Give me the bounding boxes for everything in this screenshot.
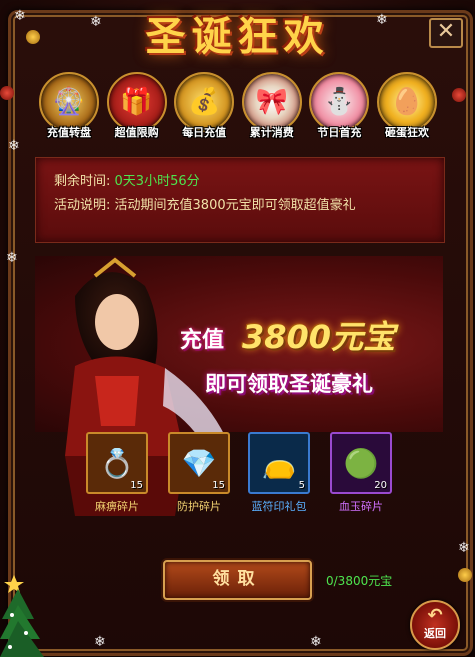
snowflake-icon: ❄: [8, 138, 20, 154]
tab-daily-recharge[interactable]: 💰 每日充值: [173, 72, 235, 144]
event-description-row: 活动说明: 活动期间充值3800元宝即可领取超值豪礼: [54, 194, 356, 213]
tab-label: 节日首充: [317, 126, 362, 139]
tab-label: 每日充值: [182, 126, 227, 139]
recharge-progress: 0/3800元宝: [326, 574, 393, 588]
return-arrow-icon: ↶: [427, 605, 443, 626]
reward-item[interactable]: 🟢 20 血玉碎片: [330, 432, 392, 513]
event-tabs: 🎡 充值转盘 🎁 超值限购 💰 每日充值 🎀 累计消费 ⛄ 节日首充 🥚 砸蛋狂…: [38, 72, 438, 144]
gold-chest-icon: 💰: [174, 72, 235, 132]
tab-label: 充值转盘: [47, 126, 91, 139]
tab-holiday-first-recharge[interactable]: ⛄ 节日首充: [308, 72, 370, 144]
golden-egg-icon: 🥚: [376, 72, 437, 132]
reward-item[interactable]: 💍 15 麻痹碎片: [86, 432, 148, 513]
reward-name: 血玉碎片: [339, 500, 383, 513]
reward-name: 蓝符印礼包: [251, 500, 307, 513]
reward-item[interactable]: 👝 5 蓝符印礼包: [248, 432, 310, 513]
roulette-icon: 🎡: [39, 72, 99, 132]
ornament-icon: [452, 88, 466, 102]
tab-recharge-wheel[interactable]: 🎡 充值转盘: [38, 72, 100, 144]
ornament-icon: [0, 86, 14, 100]
reward-name: 防护碎片: [177, 500, 221, 513]
game-window: ❄ ❄ ❄ ❄ ❄ ❄ ❄ ❄ 圣诞狂欢 ✕ 🎡 充值转盘 🎁 超值限购 💰 每…: [0, 0, 475, 657]
back-button[interactable]: ↶ 返回: [410, 600, 460, 650]
christmas-tree-icon: [0, 575, 44, 657]
tab-limited-purchase[interactable]: 🎁 超值限购: [106, 72, 168, 144]
event-description-value: 活动期间充值3800元宝即可领取超值豪礼: [114, 198, 356, 213]
limited-gift-icon: 🎁: [106, 72, 167, 132]
snowflake-icon: ❄: [6, 250, 18, 266]
reward-count: 15: [212, 480, 225, 491]
close-button[interactable]: ✕: [429, 18, 463, 48]
present-box-icon: 🎀: [241, 72, 302, 132]
tab-label: 砸蛋狂欢: [384, 126, 429, 139]
remaining-time-value: 0天3小时56分: [114, 174, 200, 189]
tab-label: 超值限购: [114, 126, 159, 139]
remaining-time-row: 剩余时间: 0天3小时56分: [54, 170, 200, 189]
remaining-time-label: 剩余时间:: [54, 174, 111, 189]
reward-name: 麻痹碎片: [95, 500, 139, 513]
reward-count: 20: [374, 480, 387, 491]
snowflake-icon: ❄: [458, 540, 470, 556]
ornament-icon: [458, 568, 472, 582]
event-info-panel: 剩余时间: 0天3小时56分 活动说明: 活动期间充值3800元宝即可领取超值豪…: [35, 157, 445, 243]
event-title: 圣诞狂欢: [145, 13, 330, 60]
tab-egg-smash[interactable]: 🥚 砸蛋狂欢: [376, 72, 438, 144]
back-label: 返回: [424, 627, 446, 640]
tab-cumulative-spend[interactable]: 🎀 累计消费: [241, 72, 303, 144]
reward-item[interactable]: 💎 15 防护碎片: [168, 432, 230, 513]
reward-subline: 即可领取圣诞豪礼: [205, 372, 373, 396]
tab-label: 累计消费: [249, 126, 294, 139]
recharge-amount-banner: 充值 3800元宝: [176, 312, 426, 356]
reward-count: 5: [298, 480, 305, 491]
reward-list: 💍 15 麻痹碎片 💎 15 防护碎片 👝 5 蓝符印礼包 🟢 20 血玉碎片: [82, 430, 402, 513]
recharge-prefix: 充值: [180, 328, 225, 353]
claim-button[interactable]: 领取: [163, 560, 312, 600]
recharge-amount: 3800元宝: [242, 318, 396, 356]
snowman-icon: ⛄: [309, 72, 370, 132]
reward-count: 15: [130, 480, 143, 491]
snowflake-icon: ❄: [310, 634, 322, 650]
event-description-label: 活动说明:: [54, 198, 111, 213]
snowflake-icon: ❄: [94, 634, 106, 650]
